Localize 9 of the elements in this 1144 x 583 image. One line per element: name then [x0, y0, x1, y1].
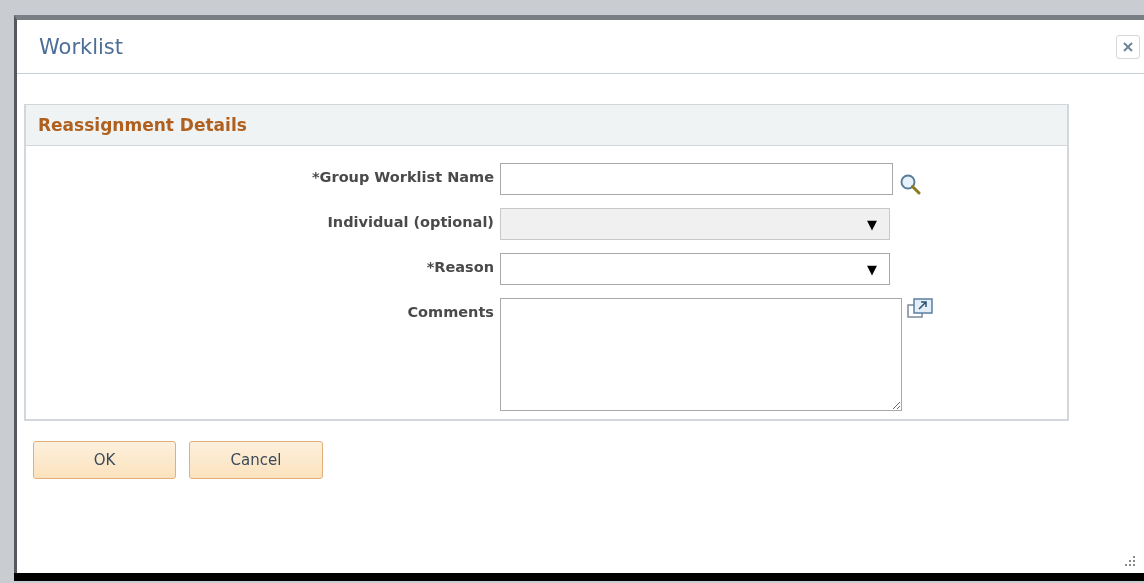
- field-label: Individual (optional): [327, 213, 494, 230]
- section-title: Reassignment Details: [38, 115, 247, 135]
- cancel-button[interactable]: Cancel: [189, 441, 323, 479]
- dropdown[interactable]: ▼: [500, 253, 890, 285]
- ok-button[interactable]: OK: [33, 441, 176, 479]
- field-label: *Reason: [426, 258, 494, 275]
- field-label: Comments: [407, 303, 494, 320]
- dialog-title: Worklist: [39, 34, 124, 59]
- field-label: *Group Worklist Name: [312, 168, 494, 185]
